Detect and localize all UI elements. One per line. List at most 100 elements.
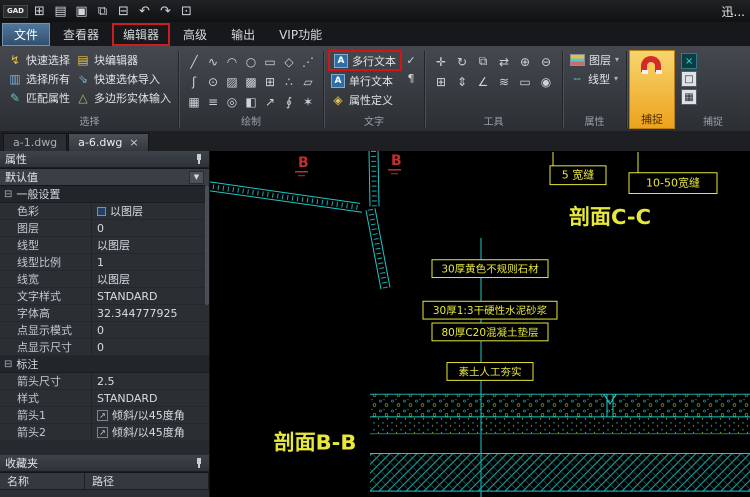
dtext-button[interactable]: A单行文本 [328, 71, 402, 90]
quick-select-button[interactable]: ↯快速选择 [5, 50, 73, 69]
select-all-button[interactable]: ▥选择所有 [5, 69, 73, 88]
attdef-icon: ◈ [331, 93, 345, 107]
pin-icon[interactable] [194, 153, 204, 165]
ribbon-group-tools: ✛↻⧉⇄⊕⊖⊞⇕∠≋▭◉ 工具 [426, 48, 561, 131]
property-row-text-height[interactable]: 字体高32.344777925 [0, 305, 209, 322]
property-row-arrow-size[interactable]: 箭头尺寸2.5 [0, 373, 209, 390]
match-properties-label: 匹配属性 [26, 90, 70, 106]
snap-button[interactable]: 捕捉 [629, 50, 675, 129]
property-row-color[interactable]: 色彩以图层 [0, 203, 209, 220]
menu-advanced[interactable]: 高级 [172, 23, 218, 46]
layout-icon[interactable]: ⊡ [176, 2, 197, 20]
table-icon[interactable]: ▦ [185, 92, 203, 111]
section-general[interactable]: ⊟ 一般设置 [0, 186, 209, 203]
property-row-linetype-scale[interactable]: 线型比例1 [0, 254, 209, 271]
gradient-icon[interactable]: ▩ [242, 72, 260, 91]
frame-icon[interactable]: □ [681, 71, 697, 87]
extents-icon[interactable]: ▭ [515, 72, 535, 91]
snap-toggle-icon[interactable]: × [681, 53, 697, 69]
text-style-icon[interactable]: ¶ [403, 69, 419, 87]
helix-icon[interactable]: ∮ [280, 92, 298, 111]
section-dimension-title: 标注 [16, 356, 38, 372]
property-row-linetype[interactable]: 线型以图层 [0, 237, 209, 254]
xline-icon[interactable]: ⋰ [299, 52, 317, 71]
center-icon[interactable]: ◉ [536, 72, 556, 91]
pan-icon[interactable]: ⇕ [452, 72, 472, 91]
layer-manager-button[interactable]: 图层▾ [567, 50, 622, 69]
chevron-down-icon[interactable]: ▼ [189, 171, 204, 184]
tab-close-icon[interactable]: × [129, 137, 138, 148]
new-file-icon[interactable]: ⊞ [29, 2, 50, 20]
print-icon[interactable]: ⊟ [113, 2, 134, 20]
collapse-icon[interactable]: ⊟ [4, 359, 12, 370]
spline-icon[interactable]: ʃ [185, 72, 203, 91]
zoom-out-icon[interactable]: ⊖ [536, 52, 556, 71]
grid-toggle-icon[interactable]: ▦ [681, 89, 697, 105]
property-row-dim-style[interactable]: 样式STANDARD [0, 390, 209, 407]
menu-editor[interactable]: 编辑器 [112, 23, 170, 46]
linetype-manager-button[interactable]: ╌线型▾ [567, 69, 622, 88]
star-icon[interactable]: ✶ [299, 92, 317, 111]
mirror-icon[interactable]: ⇄ [494, 52, 514, 71]
ribbon-group-snap-toggles: ×□▦ 捕捉 [676, 48, 750, 131]
property-row-layer[interactable]: 图层0 [0, 220, 209, 237]
attdef-button[interactable]: ◈属性定义 [328, 90, 402, 109]
spell-check-icon[interactable]: ✓ [403, 51, 419, 69]
region-icon[interactable]: ▱ [299, 72, 317, 91]
donut-icon[interactable]: ◎ [223, 92, 241, 111]
circle-icon[interactable]: ○ [242, 52, 260, 71]
tab-a-6-dwg[interactable]: a-6.dwg× [68, 133, 148, 151]
menu-vip[interactable]: VIP功能 [268, 23, 333, 46]
quick-entity-import-button[interactable]: ⇘快速选体导入 [73, 69, 174, 88]
rectangle-icon[interactable]: ▭ [261, 52, 279, 71]
arc-icon[interactable]: ◠ [223, 52, 241, 71]
menu-file[interactable]: 文件 [2, 23, 50, 46]
drawing-canvas[interactable]: B B [210, 151, 750, 497]
move-icon[interactable]: ✛ [431, 52, 451, 71]
menu-output[interactable]: 输出 [220, 23, 266, 46]
measure-angle-icon[interactable]: ∠ [473, 72, 493, 91]
select-all-icon: ▥ [8, 72, 22, 86]
property-row-text-style[interactable]: 文字样式STANDARD [0, 288, 209, 305]
property-row-point-size[interactable]: 点显示尺寸0 [0, 339, 209, 356]
zoom-in-icon[interactable]: ⊕ [515, 52, 535, 71]
property-row-point-mode[interactable]: 点显示模式0 [0, 322, 209, 339]
property-row-lineweight[interactable]: 线宽以图层 [0, 271, 209, 288]
pin-icon[interactable] [194, 457, 204, 469]
favorites-column-name[interactable]: 名称 [0, 473, 85, 489]
block-insert-icon[interactable]: ⊞ [261, 72, 279, 91]
array-icon[interactable]: ≋ [494, 72, 514, 91]
ray-icon[interactable]: ↗ [261, 92, 279, 111]
copy-icon[interactable]: ⧉ [473, 52, 493, 71]
preset-dropdown[interactable]: 默认值 ▼ [0, 168, 209, 186]
zoom-window-icon[interactable]: ⊞ [431, 72, 451, 91]
favorites-column-path[interactable]: 路径 [85, 473, 209, 489]
section-dimension[interactable]: ⊟ 标注 [0, 356, 209, 373]
panel-scrollbar[interactable] [205, 185, 209, 305]
block-editor-button[interactable]: ▤块编辑器 [73, 50, 174, 69]
undo-icon[interactable]: ↶ [134, 2, 155, 20]
property-row-arrow2[interactable]: 箭头2↗倾斜/以45度角 [0, 424, 209, 441]
tab-a-1-dwg[interactable]: a-1.dwg [3, 133, 67, 151]
wipeout-icon[interactable]: ◧ [242, 92, 260, 111]
rotate-icon[interactable]: ↻ [452, 52, 472, 71]
property-row-arrow1[interactable]: 箭头1↗倾斜/以45度角 [0, 407, 209, 424]
match-properties-button[interactable]: ✎匹配属性 [5, 88, 73, 107]
polyline-icon[interactable]: ∿ [204, 52, 222, 71]
save-as-icon[interactable]: ⧉ [92, 2, 113, 20]
material-label-3: 80厚C20混凝土垫层 [441, 326, 538, 339]
mtext-button[interactable]: A多行文本 [328, 50, 402, 71]
polygon-entity-input-button[interactable]: △多边形实体输入 [73, 88, 174, 107]
seam-5-label: 5 宽缝 [562, 168, 595, 182]
save-icon[interactable]: ▣ [71, 2, 92, 20]
multiline-icon[interactable]: ≡ [204, 92, 222, 111]
open-file-icon[interactable]: ▤ [50, 2, 71, 20]
menu-viewer[interactable]: 查看器 [52, 23, 110, 46]
line-icon[interactable]: ╱ [185, 52, 203, 71]
point-icon[interactable]: ∴ [280, 72, 298, 91]
hatch-icon[interactable]: ▨ [223, 72, 241, 91]
ellipse-icon[interactable]: ⊙ [204, 72, 222, 91]
collapse-icon[interactable]: ⊟ [4, 189, 12, 200]
redo-icon[interactable]: ↷ [155, 2, 176, 20]
polygon-icon[interactable]: ◇ [280, 52, 298, 71]
